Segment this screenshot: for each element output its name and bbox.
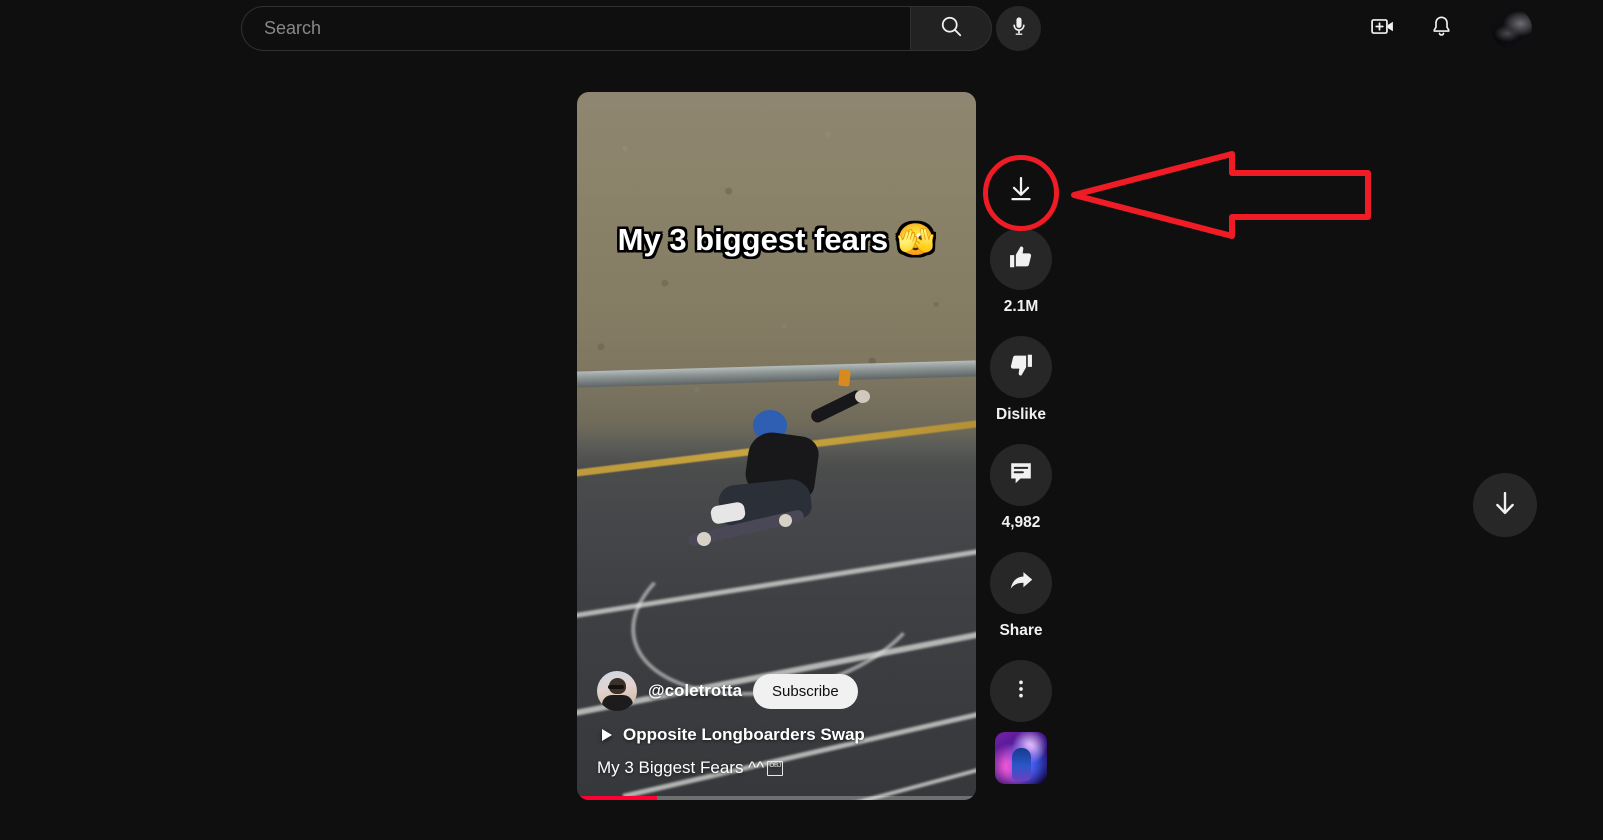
channel-avatar[interactable]: [597, 671, 637, 711]
avatar-torso: [602, 695, 633, 711]
share-button[interactable]: [990, 552, 1052, 614]
play-triangle-icon: [602, 729, 612, 741]
channel-handle[interactable]: @coletrotta: [648, 681, 742, 701]
comments-action: 4,982: [990, 444, 1052, 546]
thumbs-up-icon: [1007, 243, 1035, 276]
subscribe-button[interactable]: Subscribe: [753, 673, 858, 709]
skateboard-wheel: [779, 514, 792, 527]
search-icon: [939, 14, 964, 44]
more-options-button[interactable]: [990, 660, 1052, 722]
download-icon: [1006, 174, 1036, 209]
thumbs-down-icon: [1007, 351, 1035, 384]
create-video-button[interactable]: [1360, 6, 1405, 51]
avatar: [1491, 8, 1532, 49]
sound-thumbnail-figure: [1012, 748, 1031, 781]
sound-thumbnail-icon[interactable]: [995, 732, 1047, 784]
search-submit-button[interactable]: [910, 6, 992, 51]
more-options-action: [990, 660, 1052, 722]
sound-thumbnail-action: [990, 728, 1052, 784]
avatar-sunglasses: [608, 685, 624, 689]
dislike-button[interactable]: [990, 336, 1052, 398]
annotation-pointer-arrow: [1071, 151, 1371, 239]
channel-row: @coletrotta Subscribe: [597, 671, 956, 711]
dislike-action: Dislike: [990, 336, 1052, 438]
share-label: Share: [999, 622, 1043, 639]
arrow-down-icon: [1490, 488, 1520, 523]
next-video-button[interactable]: [1473, 473, 1537, 537]
voice-search-button[interactable]: [996, 6, 1041, 51]
search-input[interactable]: [264, 18, 910, 39]
skateboard-wheel: [697, 532, 711, 546]
unsupported-glyph-box: OBJ: [767, 760, 784, 776]
video-title-row[interactable]: Opposite Longboarders Swap: [597, 725, 956, 745]
download-button[interactable]: [990, 160, 1052, 222]
notifications-button[interactable]: [1419, 6, 1464, 51]
share-icon: [1007, 566, 1036, 600]
more-vertical-icon: [1009, 677, 1033, 706]
top-header-bar: [0, 0, 1603, 57]
video-metadata: @coletrotta Subscribe Opposite Longboard…: [577, 671, 976, 800]
like-count: 2.1M: [1003, 298, 1039, 315]
account-avatar-button[interactable]: [1491, 8, 1532, 49]
comments-button[interactable]: [990, 444, 1052, 506]
notification-bell-icon: [1429, 14, 1454, 44]
skater-hand: [855, 390, 870, 403]
search-field-container[interactable]: [241, 6, 910, 51]
shorts-player[interactable]: My 3 biggest fears 🫣 @coletrotta Subscri…: [577, 92, 976, 800]
description-text: My 3 Biggest Fears ^^: [597, 758, 765, 777]
comments-count: 4,982: [1001, 514, 1041, 531]
video-progress-fill: [577, 796, 657, 800]
like-action: 2.1M: [990, 228, 1052, 330]
youtube-shorts-page: My 3 biggest fears 🫣 @coletrotta Subscri…: [0, 0, 1603, 840]
comment-icon: [1007, 459, 1035, 492]
download-action: [990, 160, 1052, 222]
video-title: Opposite Longboarders Swap: [623, 725, 865, 744]
create-video-icon: [1369, 13, 1396, 45]
microphone-icon: [1008, 15, 1030, 42]
skateboarder: [687, 388, 870, 560]
search-bar: [241, 6, 992, 51]
share-action: Share: [990, 552, 1052, 654]
dislike-label: Dislike: [996, 406, 1046, 423]
like-button[interactable]: [990, 228, 1052, 290]
roadside-marker: [838, 369, 851, 387]
video-description[interactable]: My 3 Biggest Fears ^^ OBJ: [597, 758, 956, 778]
shorts-action-rail: 2.1M Dislike 4,982 Share: [990, 160, 1052, 790]
video-progress-bar[interactable]: [577, 796, 976, 800]
